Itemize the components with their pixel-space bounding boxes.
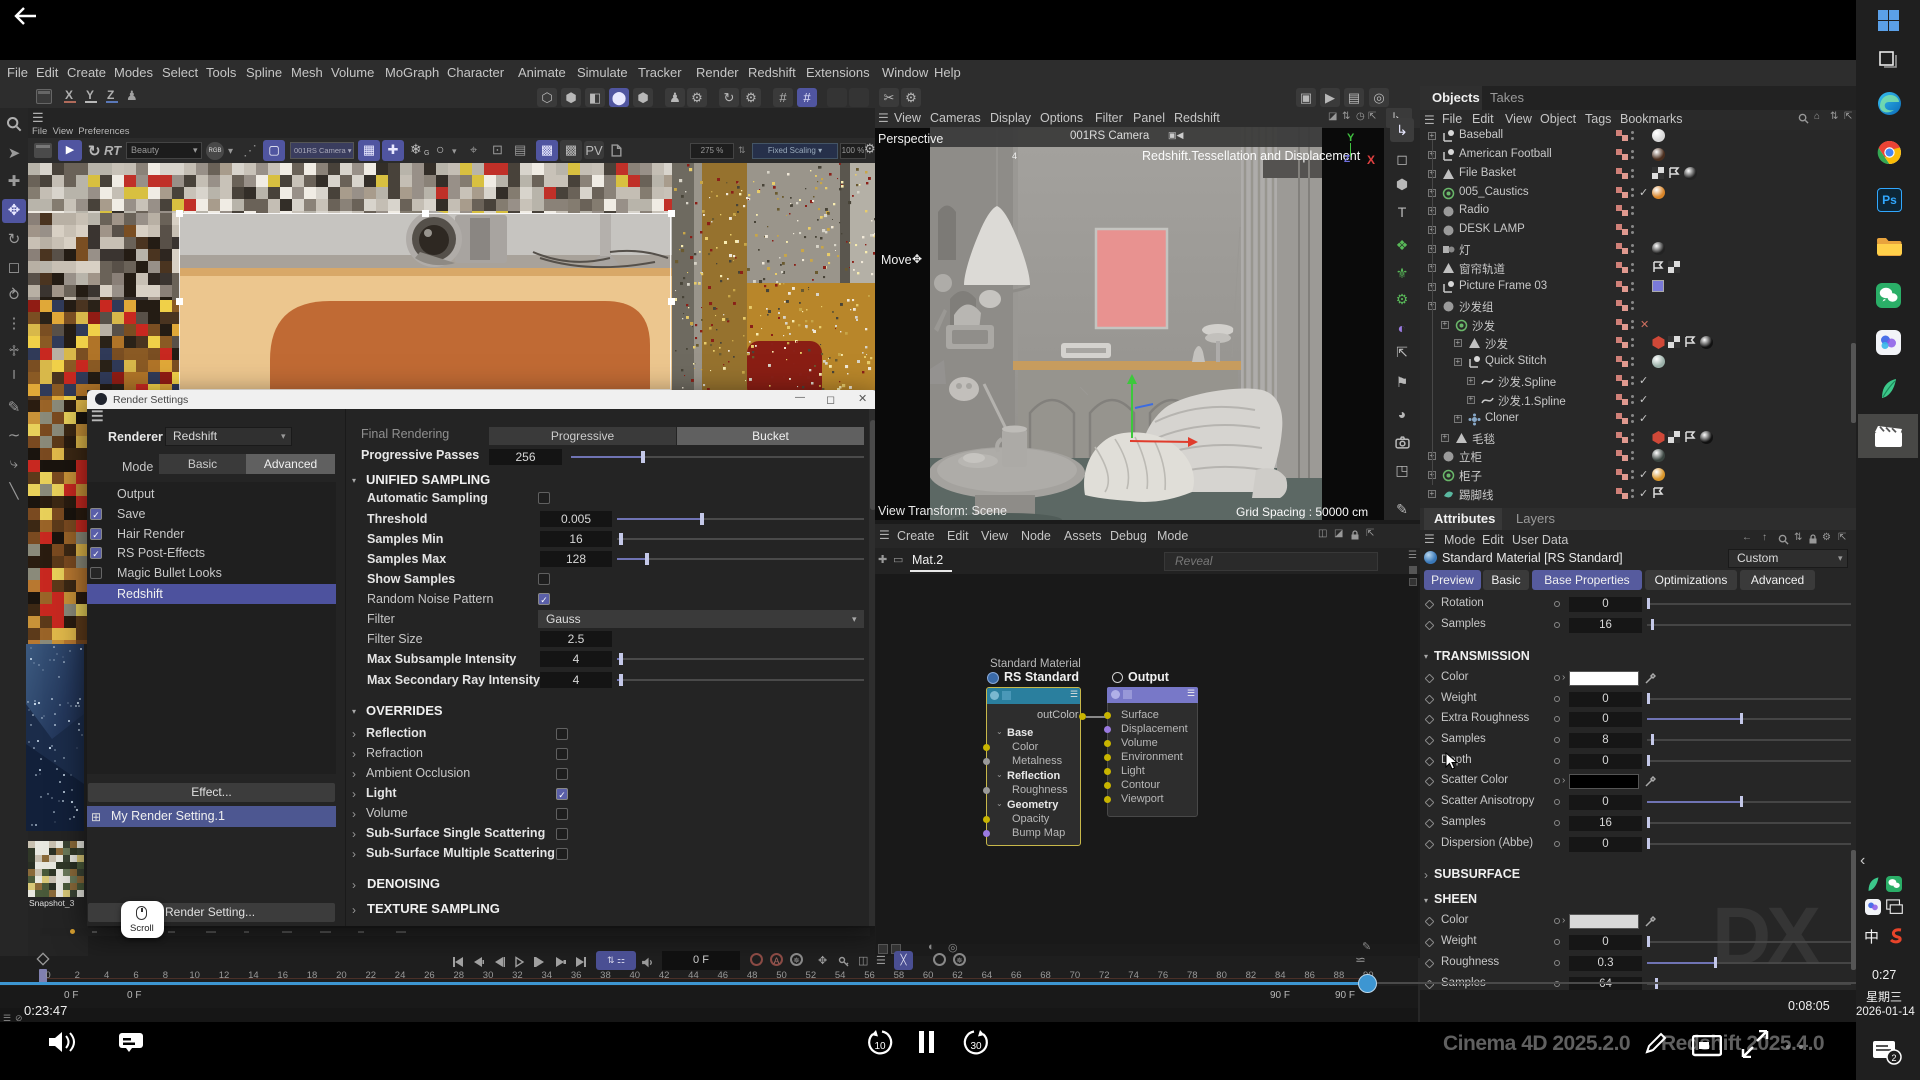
- svg-text:2: 2: [1891, 1053, 1896, 1063]
- svg-text:10: 10: [874, 1041, 886, 1052]
- svg-text:30: 30: [970, 1041, 982, 1052]
